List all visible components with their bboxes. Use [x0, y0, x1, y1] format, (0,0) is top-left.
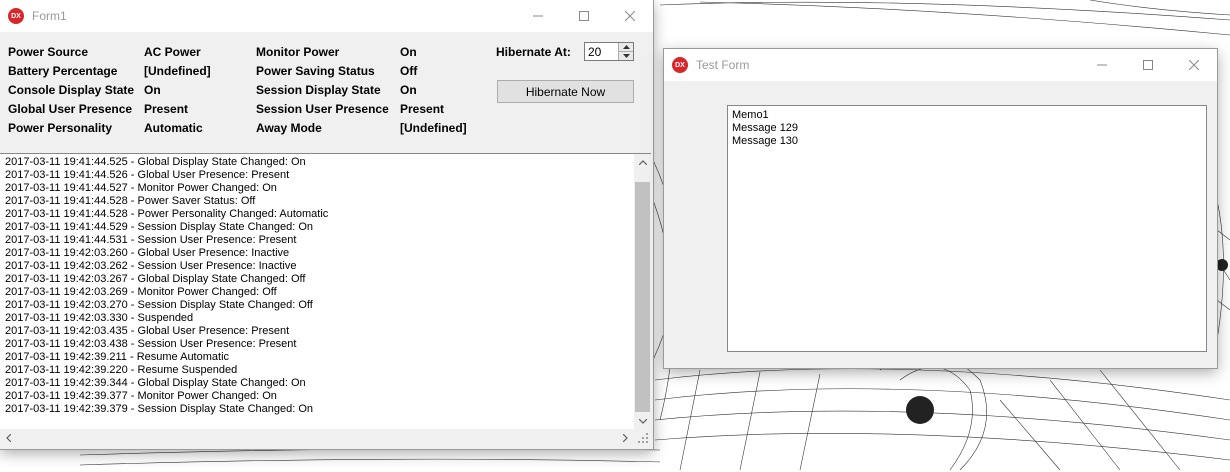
chevron-left-icon — [6, 433, 11, 442]
close-icon — [625, 11, 635, 21]
hibernate-at-value[interactable]: 20 — [588, 45, 601, 59]
power-saving-status-value: Off — [400, 64, 418, 78]
log-line: 2017-03-11 19:41:44.526 - Global User Pr… — [5, 169, 290, 181]
dx-app-icon[interactable]: DX — [672, 57, 688, 73]
session-display-state-label: Session Display State — [256, 83, 381, 97]
size-grip[interactable] — [634, 429, 651, 446]
dx-app-icon[interactable]: DX — [8, 8, 24, 24]
log-line: 2017-03-11 19:41:44.531 - Session User P… — [5, 234, 297, 246]
log-line: 2017-03-11 19:41:44.529 - Session Displa… — [5, 221, 313, 233]
log-line: 2017-03-11 19:41:44.528 - Power Saver St… — [5, 195, 256, 207]
memo-line: Memo1 — [732, 109, 769, 121]
test-form-titlebar[interactable]: DX Test Form — [664, 49, 1217, 81]
session-user-presence-value: Present — [400, 102, 445, 116]
maximize-icon — [579, 11, 589, 21]
maximize-icon — [1143, 60, 1153, 70]
power-personality-label: Power Personality — [8, 121, 113, 135]
form1-window: DX Form1 Power Source AC Power Battery P… — [0, 0, 653, 449]
monitor-power-value: On — [400, 45, 417, 59]
log-line: 2017-03-11 19:42:03.269 - Monitor Power … — [5, 286, 277, 298]
minimize-icon — [1097, 64, 1107, 66]
log-line: 2017-03-11 19:42:03.435 - Global User Pr… — [5, 325, 290, 337]
minimize-button[interactable] — [1079, 49, 1125, 81]
log-line: 2017-03-11 19:41:44.525 - Global Display… — [5, 156, 306, 168]
chevron-down-icon — [638, 419, 647, 424]
power-personality-value: Automatic — [144, 121, 203, 135]
scroll-right-button[interactable] — [617, 429, 634, 446]
monitor-power-label: Monitor Power — [256, 45, 340, 59]
global-user-presence-label: Global User Presence — [8, 102, 133, 116]
log-line: 2017-03-11 19:42:03.260 - Global User Pr… — [5, 247, 290, 259]
minimize-button[interactable] — [515, 0, 561, 32]
log-line: 2017-03-11 19:42:03.262 - Session User P… — [5, 260, 297, 272]
test-form-window: DX Test Form Memo1 Message 129 Message 130 — [664, 49, 1217, 368]
log-line: 2017-03-11 19:42:03.438 - Session User P… — [5, 338, 297, 350]
chevron-up-icon — [622, 45, 630, 49]
vertical-scrollbar[interactable] — [634, 154, 651, 430]
log-line: 2017-03-11 19:42:39.211 - Resume Automat… — [5, 351, 230, 363]
console-display-state-value: On — [144, 83, 161, 97]
form1-titlebar[interactable]: DX Form1 — [0, 0, 653, 32]
hibernate-at-label: Hibernate At: — [496, 45, 571, 59]
battery-percentage-value: [Undefined] — [144, 64, 211, 78]
maximize-button[interactable] — [561, 0, 607, 32]
power-source-value: AC Power — [144, 45, 201, 59]
hibernate-at-spinedit[interactable]: 20 — [584, 42, 634, 61]
log-line: 2017-03-11 19:42:39.344 - Global Display… — [5, 377, 306, 389]
close-button[interactable] — [607, 0, 653, 32]
scroll-up-button[interactable] — [634, 154, 651, 171]
chevron-right-icon — [623, 433, 628, 442]
chevron-up-icon — [638, 160, 647, 165]
resize-grip-icon — [638, 433, 648, 443]
memo1[interactable]: Memo1 Message 129 Message 130 — [727, 105, 1207, 352]
power-saving-status-label: Power Saving Status — [256, 64, 375, 78]
hibernate-now-button[interactable]: Hibernate Now — [497, 80, 634, 103]
vertical-scroll-thumb[interactable] — [635, 182, 650, 412]
log-line: 2017-03-11 19:42:03.330 - Suspended — [5, 312, 194, 324]
away-mode-label: Away Mode — [256, 121, 322, 135]
maximize-button[interactable] — [1125, 49, 1171, 81]
event-log-memo[interactable]: 2017-03-11 19:41:44.525 - Global Display… — [0, 153, 651, 446]
log-line: 2017-03-11 19:42:39.377 - Monitor Power … — [5, 390, 277, 402]
horizontal-scrollbar[interactable] — [0, 429, 634, 446]
form1-title: Form1 — [32, 9, 67, 23]
log-line: 2017-03-11 19:42:39.220 - Resume Suspend… — [5, 364, 238, 376]
console-display-state-label: Console Display State — [8, 83, 135, 97]
battery-percentage-label: Battery Percentage — [8, 64, 118, 78]
close-icon — [1189, 60, 1199, 70]
log-line: 2017-03-11 19:42:03.267 - Global Display… — [5, 273, 306, 285]
spin-up-button[interactable] — [619, 43, 633, 52]
log-line: 2017-03-11 19:41:44.527 - Monitor Power … — [5, 182, 277, 194]
log-line: 2017-03-11 19:42:03.270 - Session Displa… — [5, 299, 313, 311]
session-display-state-value: On — [400, 83, 417, 97]
chevron-down-icon — [622, 54, 630, 58]
minimize-icon — [533, 15, 543, 17]
spin-down-button[interactable] — [619, 52, 633, 60]
away-mode-value: [Undefined] — [400, 121, 467, 135]
close-button[interactable] — [1171, 49, 1217, 81]
scroll-left-button[interactable] — [0, 429, 17, 446]
memo-line: Message 130 — [732, 135, 799, 147]
global-user-presence-value: Present — [144, 102, 189, 116]
session-user-presence-label: Session User Presence — [256, 102, 389, 116]
log-line: 2017-03-11 19:42:39.379 - Session Displa… — [5, 403, 313, 415]
power-source-label: Power Source — [8, 45, 89, 59]
log-line: 2017-03-11 19:41:44.528 - Power Personal… — [5, 208, 329, 220]
memo-line: Message 129 — [732, 122, 799, 134]
test-form-title: Test Form — [696, 58, 750, 72]
scroll-down-button[interactable] — [634, 413, 651, 430]
